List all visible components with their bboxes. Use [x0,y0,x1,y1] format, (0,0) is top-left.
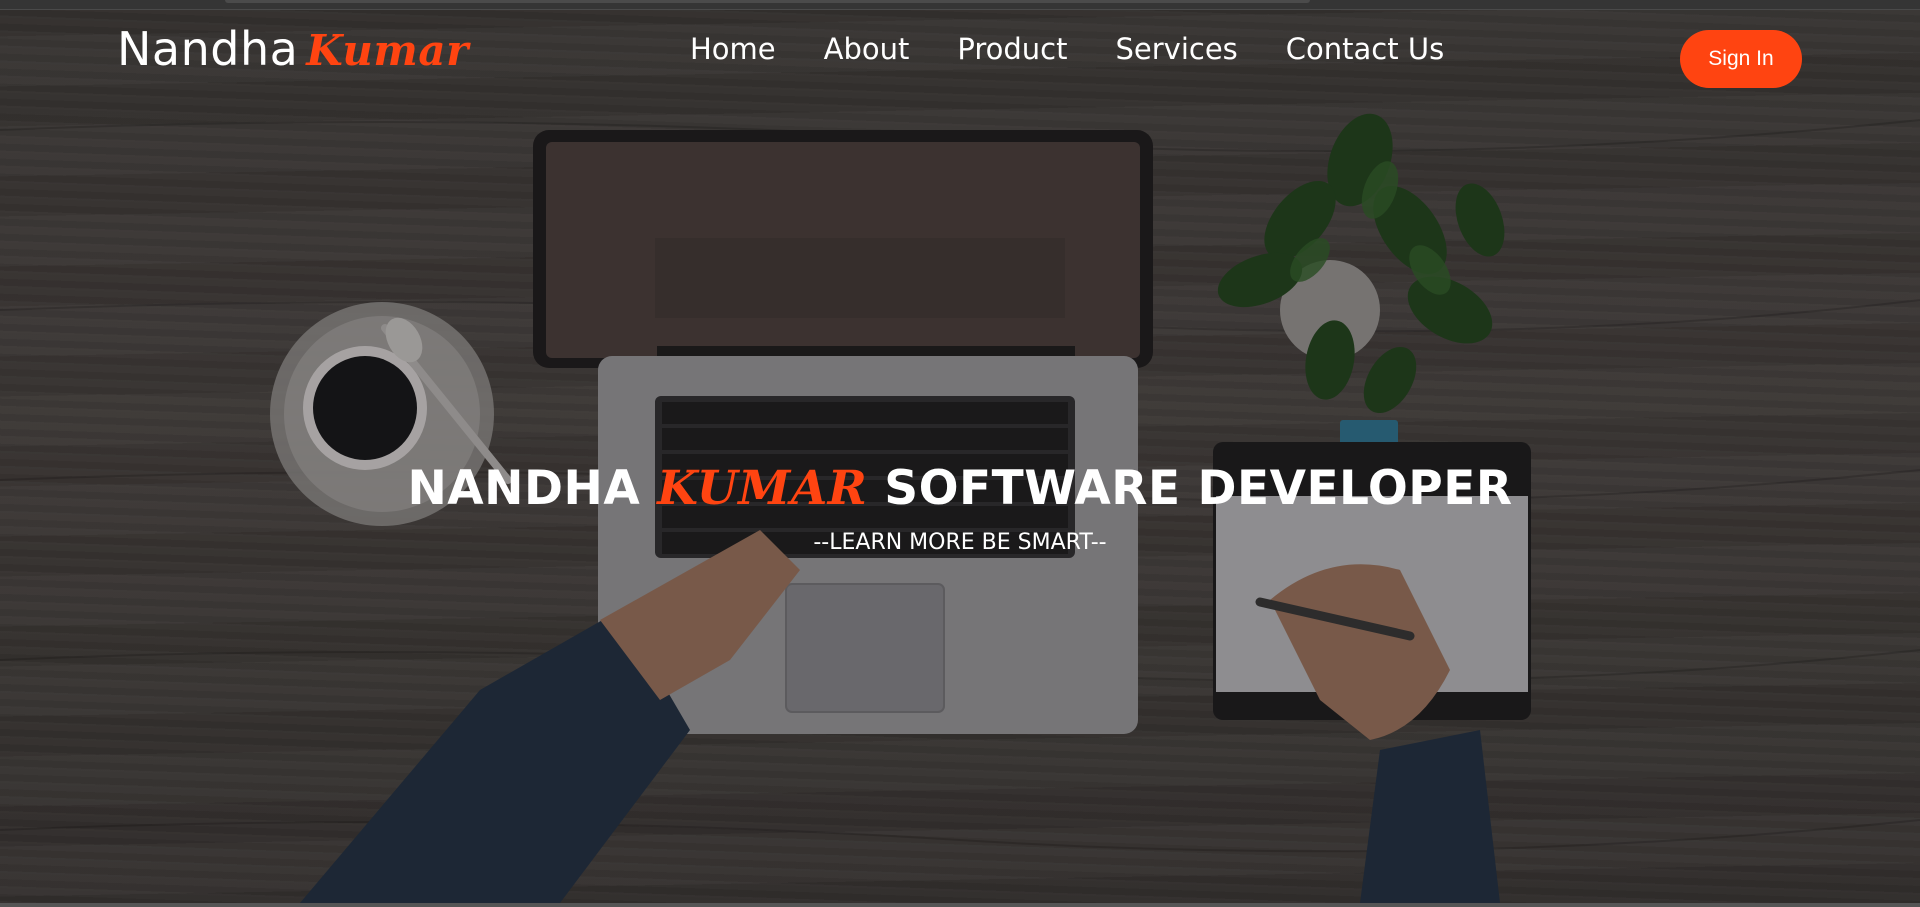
dark-overlay [0,10,1920,903]
nav-item-product[interactable]: Product [957,32,1067,66]
hero-title: NANDHA KUMAR SOFTWARE DEVELOPER [0,461,1920,516]
navbar: Nandha Kumar Home About Product Services … [0,10,1920,110]
hero-title-role: SOFTWARE DEVELOPER [884,461,1513,516]
hero-background-image [0,10,1920,903]
brand-first-name: Nandha [117,22,299,76]
browser-top-bar [0,0,1920,10]
nav-item-home[interactable]: Home [690,32,776,66]
nav-item-contact-us[interactable]: Contact Us [1286,32,1444,66]
brand-last-name: Kumar [306,26,469,75]
sign-in-button[interactable]: Sign In [1680,30,1802,88]
bottom-edge [0,903,1920,907]
hero-section: Nandha Kumar Home About Product Services … [0,10,1920,903]
nav-menu: Home About Product Services Contact Us [690,32,1444,66]
brand-logo[interactable]: Nandha Kumar [117,22,469,77]
hero-title-accent: KUMAR [657,461,868,516]
scroll-indicator [225,0,1310,3]
nav-item-services[interactable]: Services [1116,32,1238,66]
hero-title-name: NANDHA [407,461,641,516]
nav-item-about[interactable]: About [824,32,910,66]
hero-subtitle: --LEARN MORE BE SMART-- [813,530,1107,555]
